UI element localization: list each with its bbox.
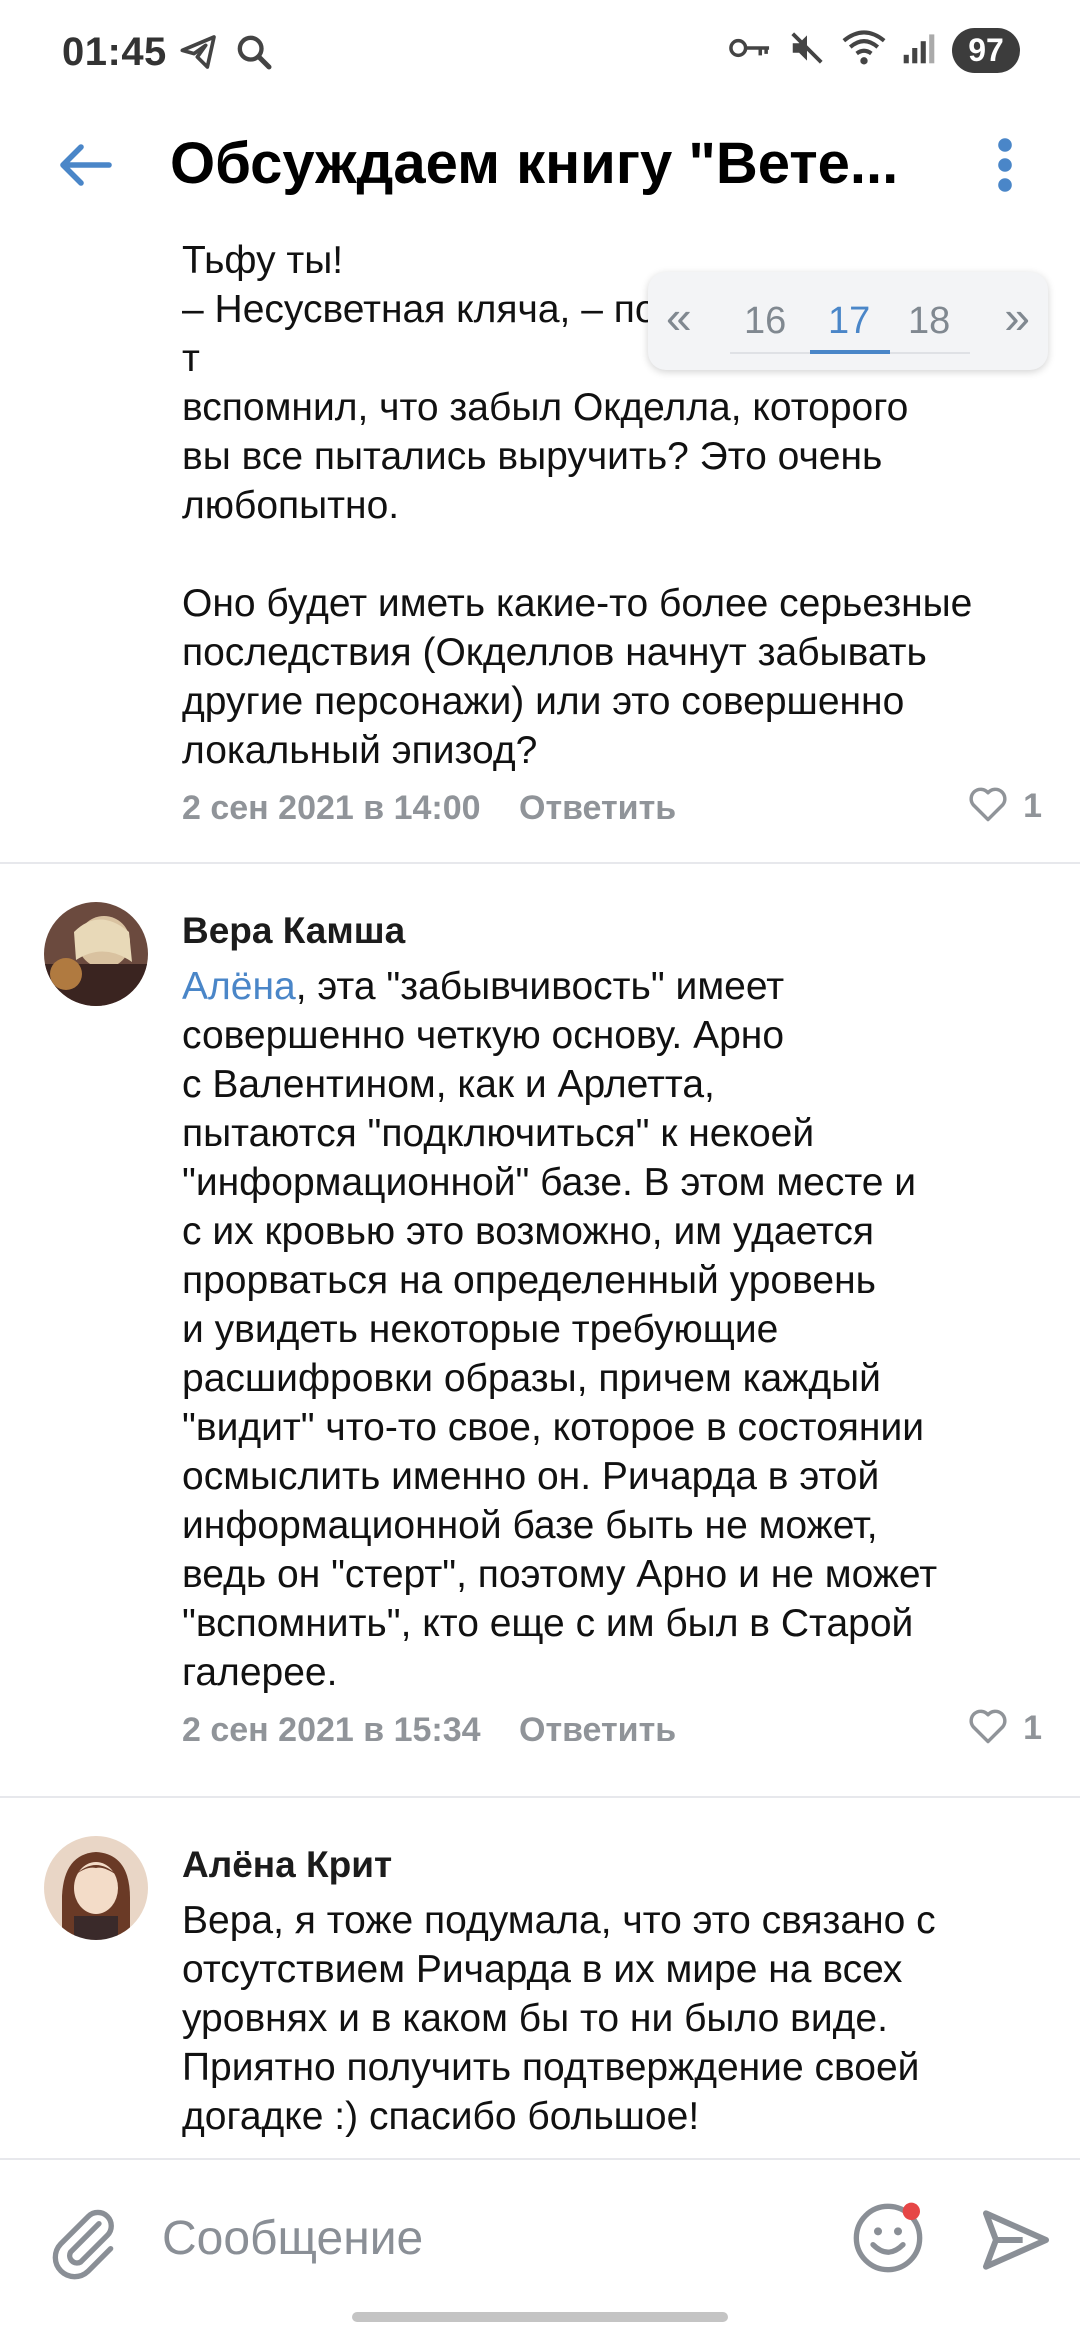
last-page-button[interactable]: »: [1004, 290, 1030, 344]
mention-link[interactable]: Алёна: [182, 965, 296, 1008]
status-bar: 01:45 97: [0, 0, 1080, 110]
page-button[interactable]: 18: [908, 300, 950, 343]
comment-text: Вера, я тоже подумала, что это связано с…: [182, 1899, 936, 2138]
comment-author[interactable]: Алёна Крит: [182, 1844, 1042, 1886]
divider: [0, 1796, 1080, 1798]
more-vertical-icon: [995, 135, 1015, 200]
back-button[interactable]: [50, 132, 120, 202]
comment-date: 2 сен 2021 в 15:34: [182, 1711, 481, 1749]
like-button[interactable]: 1: [967, 1707, 1042, 1750]
reply-button[interactable]: Ответить: [519, 789, 676, 828]
comment-text: Алёна, эта "забывчивость" имеет совершен…: [182, 965, 938, 1694]
emoji-button[interactable]: [848, 2198, 928, 2278]
signal-icon: [902, 31, 936, 70]
telegram-icon: [178, 32, 220, 77]
avatar[interactable]: [44, 1836, 148, 1940]
notification-dot: [902, 2202, 920, 2220]
send-icon: [976, 2210, 1056, 2284]
like-button[interactable]: 1: [967, 785, 1042, 828]
smile-icon: [848, 2202, 928, 2282]
avatar[interactable]: [44, 902, 148, 1006]
battery-indicator: 97: [952, 28, 1020, 73]
app-bar: Обсуждаем книгу "Вете...: [0, 110, 1080, 220]
pager-active-indicator: [810, 350, 890, 354]
more-options-button[interactable]: [970, 132, 1040, 202]
send-button[interactable]: [976, 2200, 1056, 2280]
like-count: 1: [1023, 1709, 1042, 1747]
reply-button[interactable]: Ответить: [519, 1711, 676, 1750]
page-button-active[interactable]: 17: [828, 300, 870, 343]
heart-icon: [967, 785, 1009, 828]
divider: [0, 862, 1080, 864]
status-time: 01:45: [62, 30, 167, 74]
like-count: 1: [1023, 787, 1042, 825]
page-title: Обсуждаем книгу "Вете...: [170, 131, 899, 196]
paperclip-icon: [44, 2209, 124, 2286]
first-page-button[interactable]: «: [666, 290, 692, 344]
comment-date: 2 сен 2021 в 14:00: [182, 789, 481, 827]
heart-icon: [967, 1707, 1009, 1750]
mute-icon: [788, 29, 826, 72]
search-icon: [234, 32, 274, 77]
comments-list[interactable]: Тьфу ты! – Несусветная кляча, – подсказа…: [0, 220, 1080, 2160]
comment-author[interactable]: Вера Камша: [182, 910, 1042, 952]
vpn-key-icon: [728, 33, 772, 68]
wifi-icon: [842, 29, 886, 72]
arrow-left-icon: [56, 141, 114, 194]
page-selector: « 16 17 18 »: [648, 272, 1048, 370]
home-indicator[interactable]: [352, 2312, 728, 2322]
page-button[interactable]: 16: [744, 300, 786, 343]
attach-button[interactable]: [44, 2202, 124, 2282]
message-input[interactable]: [160, 2210, 784, 2267]
